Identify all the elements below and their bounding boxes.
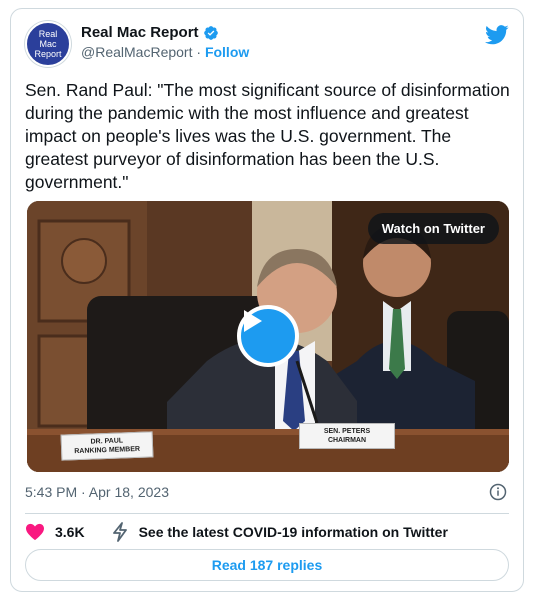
info-icon[interactable] [489,483,507,501]
tweet-text: Sen. Rand Paul: "The most significant so… [25,80,510,192]
tweet-actions: 3.6K See the latest COVID-19 information… [25,520,448,544]
handle[interactable]: @RealMacReport [81,44,192,60]
tweet-timestamp[interactable]: 5:43 PM · Apr 18, 2023 [25,484,169,500]
author-info: Real Mac Report @RealMacReport · Follow [81,24,249,60]
nameplate-title: CHAIRMAN [327,437,367,444]
nameplate-title: RANKING MEMBER [74,445,141,456]
avatar-text-line: Report [34,49,62,59]
nameplate-left: DR. PAUL RANKING MEMBER [60,431,154,461]
play-icon [244,310,262,332]
lightning-icon [112,522,127,542]
watch-on-twitter-button[interactable]: Watch on Twitter [367,213,499,244]
nameplate-right: SEN. PETERS CHAIRMAN [299,423,395,449]
avatar-text-line: Mac [39,39,57,49]
avatar[interactable]: Real Mac Report [25,21,71,67]
covid-info-label: See the latest COVID-19 information on T… [138,524,448,540]
video-player[interactable]: DR. PAUL RANKING MEMBER SEN. PETERS CHAI… [27,201,509,472]
like-button[interactable]: 3.6K [25,523,85,541]
nameplate-name: SEN. PETERS [323,428,371,435]
verified-badge-icon [203,25,218,40]
play-button[interactable] [237,305,299,367]
handle-separator: · [192,44,205,60]
tweet-card: Real Mac Report Real Mac Report @RealMac… [10,8,524,592]
display-name[interactable]: Real Mac Report [81,24,199,41]
tweet-header: Real Mac Report Real Mac Report @RealMac… [25,21,509,69]
read-replies-button[interactable]: Read 187 replies [25,549,509,581]
avatar-text-line: Real [38,29,58,39]
twitter-bird-icon[interactable] [485,25,509,45]
covid-info-link[interactable]: See the latest COVID-19 information on T… [111,522,448,542]
like-count: 3.6K [55,524,85,540]
divider [25,513,509,514]
heart-icon [26,523,44,541]
follow-button[interactable]: Follow [205,44,249,60]
